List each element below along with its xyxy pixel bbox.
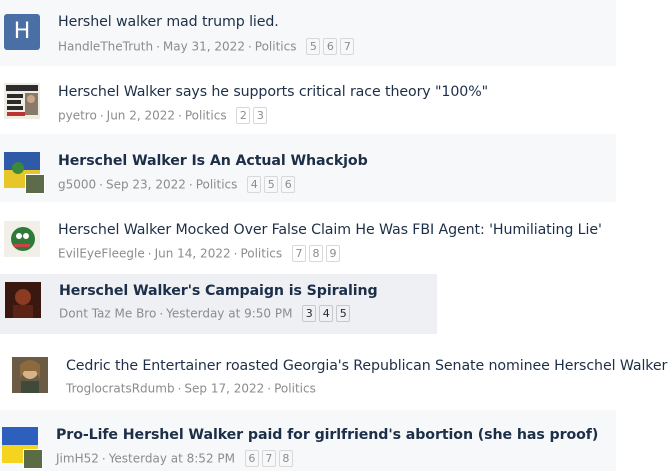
thread-meta: JimH52 · Yesterday at 8:52 PM 678 bbox=[56, 450, 296, 467]
thread-date[interactable]: Yesterday at 8:52 PM bbox=[109, 452, 235, 466]
separator: · bbox=[99, 177, 103, 192]
thread-author[interactable]: pyetro bbox=[58, 109, 97, 123]
thread-meta: TroglocratsRdumb · Sep 17, 2022 · Politics bbox=[66, 381, 316, 396]
sub-avatar[interactable] bbox=[25, 174, 45, 194]
page-link[interactable]: 8 bbox=[308, 245, 323, 262]
thread-date[interactable]: Jun 2, 2022 bbox=[107, 109, 175, 123]
thread-title[interactable]: Herschel Walker Is An Actual Whackjob bbox=[58, 153, 368, 169]
avatar[interactable] bbox=[4, 83, 40, 119]
cartoon-avatar-icon bbox=[4, 221, 40, 257]
page-link[interactable]: 2 bbox=[236, 107, 251, 124]
thread-forum[interactable]: Politics bbox=[185, 109, 227, 123]
avatar[interactable] bbox=[4, 221, 40, 257]
page-link[interactable]: 5 bbox=[264, 176, 279, 193]
thread-forum[interactable]: Politics bbox=[255, 40, 297, 54]
thread-date[interactable]: Sep 23, 2022 bbox=[106, 178, 186, 192]
separator: · bbox=[247, 39, 252, 54]
thread-forum[interactable]: Politics bbox=[240, 247, 282, 261]
portrait-avatar-icon bbox=[5, 282, 41, 318]
page-link[interactable]: 6 bbox=[244, 450, 259, 467]
thread-author[interactable]: g5000 bbox=[58, 178, 96, 192]
page-link[interactable]: 7 bbox=[340, 38, 355, 55]
page-link[interactable]: 7 bbox=[291, 245, 306, 262]
separator: · bbox=[267, 381, 272, 396]
newspaper-avatar-icon bbox=[4, 83, 40, 119]
page-links: 456 bbox=[247, 176, 298, 193]
page-link[interactable]: 8 bbox=[278, 450, 293, 467]
page-links: 789 bbox=[291, 245, 343, 262]
thread-row[interactable] bbox=[0, 0, 616, 66]
separator: · bbox=[159, 306, 164, 321]
thread-title[interactable]: Herschel Walker says he supports critica… bbox=[58, 84, 488, 100]
thread-date[interactable]: Yesterday at 9:50 PM bbox=[166, 307, 292, 321]
page-link[interactable]: 3 bbox=[302, 305, 317, 322]
page-links: 567 bbox=[306, 38, 357, 55]
thread-title[interactable]: Herschel Walker Mocked Over False Claim … bbox=[58, 222, 602, 238]
avatar[interactable] bbox=[12, 357, 48, 393]
page-link[interactable]: 3 bbox=[253, 107, 268, 124]
thread-row[interactable] bbox=[0, 342, 668, 406]
thread-author[interactable]: JimH52 bbox=[56, 452, 99, 466]
page-link[interactable]: 5 bbox=[336, 305, 351, 322]
thread-title[interactable]: Pro-Life Hershel Walker paid for girlfri… bbox=[56, 427, 598, 443]
thread-date[interactable]: May 31, 2022 bbox=[163, 40, 245, 54]
thread-author[interactable]: TroglocratsRdumb bbox=[66, 382, 175, 396]
thread-title[interactable]: Herschel Walker's Campaign is Spiraling bbox=[59, 283, 378, 299]
separator: · bbox=[233, 246, 238, 261]
thread-meta: Dont Taz Me Bro · Yesterday at 9:50 PM 345 bbox=[59, 305, 353, 322]
sub-avatar[interactable] bbox=[23, 449, 43, 469]
thread-author[interactable]: Dont Taz Me Bro bbox=[59, 307, 156, 321]
thread-author[interactable]: HandleTheTruth bbox=[58, 40, 153, 54]
page-link[interactable]: 6 bbox=[323, 38, 338, 55]
thread-date[interactable]: Sep 17, 2022 bbox=[184, 382, 264, 396]
thread-author[interactable]: EvilEyeFleegle bbox=[58, 247, 145, 261]
thread-meta: g5000 · Sep 23, 2022 · Politics 456 bbox=[58, 176, 298, 193]
page-link[interactable]: 6 bbox=[281, 176, 296, 193]
avatar-letter: H bbox=[13, 19, 31, 44]
separator: · bbox=[188, 177, 193, 192]
separator: · bbox=[156, 39, 160, 54]
thread-title[interactable]: Hershel walker mad trump lied. bbox=[58, 14, 279, 30]
separator: · bbox=[99, 108, 104, 123]
avatar[interactable]: H bbox=[4, 14, 40, 50]
thread-forum[interactable]: Politics bbox=[196, 178, 238, 192]
portrait-avatar-icon bbox=[12, 357, 48, 393]
thread-meta: EvilEyeFleegle · Jun 14, 2022 · Politics 789 bbox=[58, 245, 343, 262]
thread-date[interactable]: Jun 14, 2022 bbox=[155, 247, 231, 261]
thread-title[interactable]: Cedric the Entertainer roasted Georgia's… bbox=[66, 358, 667, 374]
page-links: 23 bbox=[236, 107, 270, 124]
separator: · bbox=[178, 108, 182, 123]
page-link[interactable]: 7 bbox=[261, 450, 276, 467]
thread-meta: HandleTheTruth · May 31, 2022 · Politics 567 bbox=[58, 38, 357, 55]
page-links: 678 bbox=[244, 450, 296, 467]
avatar[interactable] bbox=[5, 282, 41, 318]
thread-meta: pyetro · Jun 2, 2022 · Politics 23 bbox=[58, 107, 270, 124]
separator: · bbox=[177, 381, 182, 396]
page-link[interactable]: 4 bbox=[247, 176, 262, 193]
page-link[interactable]: 9 bbox=[325, 245, 340, 262]
page-link[interactable]: 4 bbox=[319, 305, 334, 322]
separator: · bbox=[101, 451, 106, 466]
separator: · bbox=[147, 246, 152, 261]
page-link[interactable]: 5 bbox=[306, 38, 321, 55]
page-links: 345 bbox=[302, 305, 353, 322]
thread-forum[interactable]: Politics bbox=[274, 382, 316, 396]
